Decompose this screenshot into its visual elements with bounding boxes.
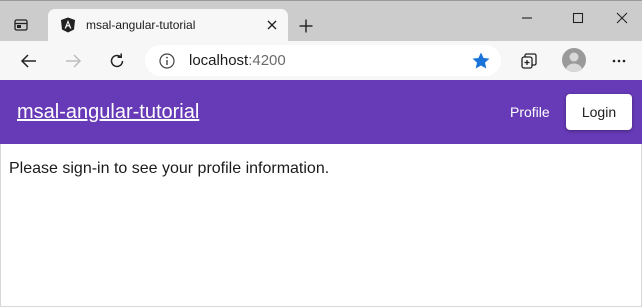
refresh-icon [110, 53, 124, 68]
minimize-icon [522, 17, 532, 19]
close-icon [616, 12, 627, 24]
browser-tab-strip: msal-angular-tutorial [0, 0, 642, 42]
collections-button[interactable] [514, 46, 544, 76]
profile-avatar[interactable] [562, 48, 586, 72]
minimize-button[interactable] [504, 5, 550, 31]
close-icon [267, 20, 277, 30]
profile-nav-link[interactable]: Profile [510, 104, 550, 120]
app-title-link[interactable]: msal-angular-tutorial [17, 101, 199, 124]
tab-actions-button[interactable] [4, 11, 38, 39]
refresh-button[interactable] [102, 46, 132, 76]
url-host: localhost [189, 52, 249, 69]
close-window-button[interactable] [601, 5, 642, 31]
new-tab-button[interactable] [294, 14, 318, 38]
tab-title: msal-angular-tutorial [86, 18, 196, 32]
login-button[interactable]: Login [566, 94, 632, 130]
app-header: msal-angular-tutorial Profile Login [0, 80, 642, 144]
info-icon[interactable] [159, 53, 175, 69]
main-content: Please sign-in to see your profile infor… [0, 144, 642, 307]
back-button[interactable] [14, 46, 44, 76]
browser-tab-active[interactable]: msal-angular-tutorial [48, 9, 288, 42]
url-port: :4200 [248, 52, 286, 69]
more-horizontal-icon [612, 59, 626, 63]
arrow-right-icon [66, 54, 82, 68]
plus-icon [299, 19, 313, 33]
maximize-icon [572, 12, 584, 24]
forward-button[interactable] [58, 46, 88, 76]
tab-close-button[interactable] [264, 17, 280, 33]
maximize-button[interactable] [555, 5, 601, 31]
settings-menu-button[interactable] [604, 46, 634, 76]
browser-toolbar: localhost:4200 [0, 41, 642, 80]
url-text[interactable]: localhost:4200 [189, 52, 286, 69]
angular-logo-icon [61, 17, 75, 33]
collections-icon [521, 53, 537, 69]
arrow-left-icon [20, 54, 36, 68]
tab-actions-icon [14, 19, 28, 31]
sign-in-prompt: Please sign-in to see your profile infor… [9, 160, 330, 177]
favorite-star-icon[interactable] [471, 51, 491, 71]
address-bar[interactable]: localhost:4200 [145, 45, 501, 76]
user-icon [566, 52, 582, 72]
